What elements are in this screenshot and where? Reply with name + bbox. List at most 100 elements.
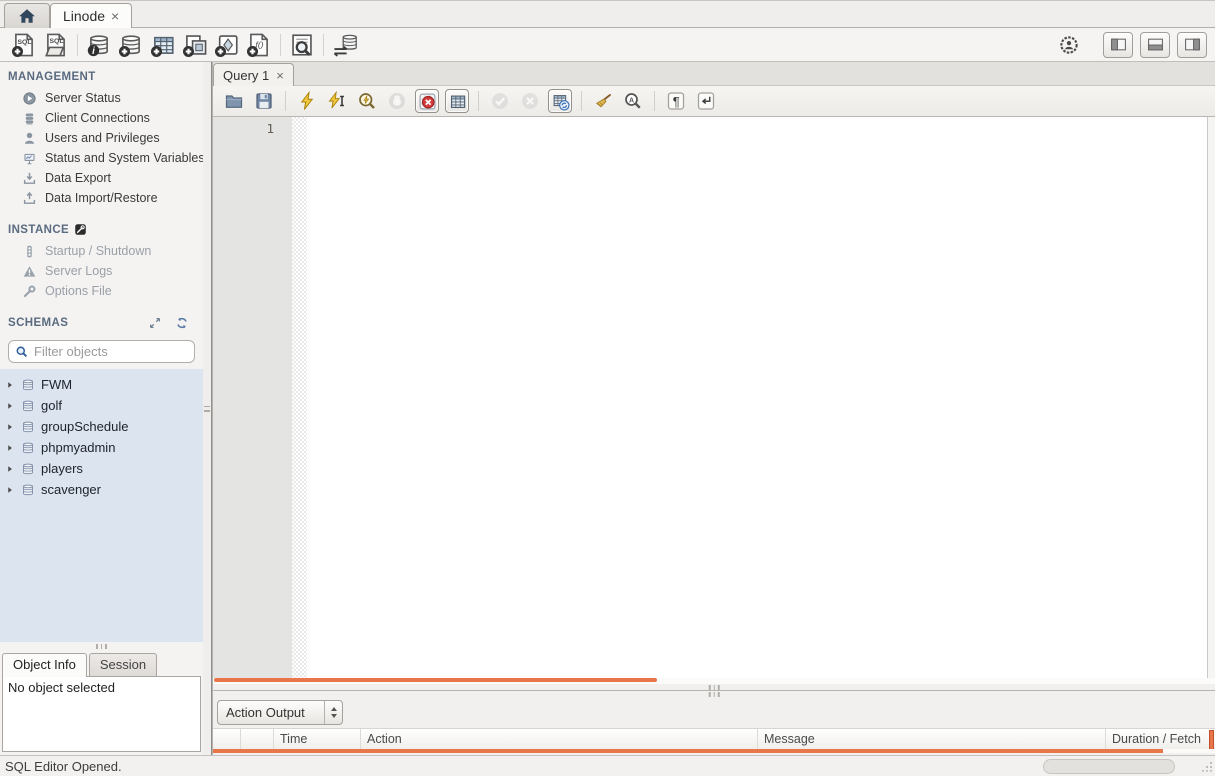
toggle-right-sidebar-button[interactable] <box>1177 31 1207 58</box>
create-view-button[interactable] <box>179 31 211 59</box>
vertical-splitter[interactable] <box>203 62 212 755</box>
schema-row-players[interactable]: players <box>0 458 203 479</box>
expand-panel-icon <box>148 316 162 330</box>
window-resize-grip[interactable] <box>1201 760 1212 772</box>
sql-editor-surface[interactable] <box>307 117 1207 678</box>
server-status-icon <box>22 91 37 106</box>
editor-area: Query 1 × 1 Action Output Time Action Me… <box>212 62 1215 755</box>
toggle-stop-on-error-button[interactable] <box>415 89 439 113</box>
execute-current-button[interactable] <box>325 89 349 113</box>
caret-right-icon[interactable] <box>5 485 15 495</box>
output-col-index <box>241 729 274 749</box>
sidebar-item-startup-shutdown[interactable]: Startup / Shutdown <box>0 241 203 261</box>
search-data-button[interactable] <box>286 31 318 59</box>
preferences-button[interactable] <box>1054 31 1084 59</box>
sidebar-item-server-status[interactable]: Server Status <box>0 88 203 108</box>
limit-rows-icon <box>448 92 467 111</box>
sidebar-item-server-logs[interactable]: Server Logs <box>0 261 203 281</box>
find-icon <box>623 91 643 111</box>
caret-right-icon[interactable] <box>5 401 15 411</box>
save-button[interactable] <box>252 89 276 113</box>
caret-right-icon[interactable] <box>5 422 15 432</box>
output-vertical-scrollbar[interactable] <box>1209 730 1214 751</box>
save-icon <box>254 91 274 111</box>
tab-object-info[interactable]: Object Info <box>2 653 87 677</box>
caret-right-icon[interactable] <box>5 464 15 474</box>
close-query-tab-icon[interactable]: × <box>276 68 284 83</box>
toolbar-separator <box>285 91 286 111</box>
close-tab-icon[interactable]: × <box>111 9 119 23</box>
expand-panel-button[interactable] <box>146 315 164 331</box>
limit-rows-button[interactable] <box>445 89 469 113</box>
rollback-button[interactable] <box>518 89 542 113</box>
sidebar-horizontal-splitter[interactable] <box>0 642 203 651</box>
find-button[interactable] <box>621 89 645 113</box>
editor-output-splitter[interactable] <box>213 684 1215 697</box>
sidebar-item-options-file[interactable]: Options File <box>0 281 203 301</box>
sidebar-item-data-export[interactable]: Data Export <box>0 168 203 188</box>
schema-row-phpmyadmin[interactable]: phpmyadmin <box>0 437 203 458</box>
toggle-output-area-button[interactable] <box>1140 31 1170 58</box>
toggle-autocommit-button[interactable] <box>548 89 572 113</box>
create-function-button[interactable] <box>243 31 275 59</box>
schema-row-golf[interactable]: golf <box>0 395 203 416</box>
create-procedure-button[interactable] <box>211 31 243 59</box>
show-invisibles-button[interactable] <box>664 89 688 113</box>
sidebar-item-data-import[interactable]: Data Import/Restore <box>0 188 203 208</box>
wrap-text-button[interactable] <box>694 89 718 113</box>
create-table-icon <box>150 32 176 58</box>
output-view-selector[interactable]: Action Output <box>217 700 343 725</box>
sql-editor: 1 <box>213 117 1215 678</box>
line-number: 1 <box>266 121 274 136</box>
sidebar-item-status-variables[interactable]: Status and System Variables <box>0 148 203 168</box>
rollback-icon <box>520 91 540 111</box>
schema-tree: FWM golf groupSchedule phpmyadmin player… <box>0 369 203 642</box>
output-hscroll-thumb[interactable] <box>213 749 1163 753</box>
toggle-left-sidebar-button[interactable] <box>1103 31 1133 58</box>
preferences-icon <box>1059 35 1079 55</box>
explain-button[interactable] <box>355 89 379 113</box>
toggle-right-sidebar-icon <box>1184 36 1201 53</box>
refresh-schemas-button[interactable] <box>173 315 191 331</box>
sidebar-item-client-connections[interactable]: Client Connections <box>0 108 203 128</box>
create-view-icon <box>182 32 208 58</box>
toolbar-separator <box>478 91 479 111</box>
execute-button[interactable] <box>295 89 319 113</box>
sidebar-item-users-privileges[interactable]: Users and Privileges <box>0 128 203 148</box>
beautify-button[interactable] <box>591 89 615 113</box>
tab-session[interactable]: Session <box>88 653 158 676</box>
create-schema-icon <box>118 32 144 58</box>
editor-hscroll-thumb[interactable] <box>214 678 657 682</box>
output-horizontal-scrollbar <box>213 749 1215 753</box>
new-sql-tab-button[interactable] <box>8 31 40 59</box>
reconnect-database-button[interactable] <box>329 31 361 59</box>
open-file-button[interactable] <box>222 89 246 113</box>
schema-row-groupschedule[interactable]: groupSchedule <box>0 416 203 437</box>
caret-right-icon[interactable] <box>5 380 15 390</box>
schema-db-icon <box>20 482 36 498</box>
tab-query-1[interactable]: Query 1 × <box>213 63 294 86</box>
toggle-output-area-icon <box>1147 36 1164 53</box>
schema-inspector-button[interactable] <box>83 31 115 59</box>
open-sql-script-button[interactable] <box>40 31 72 59</box>
create-function-icon <box>246 32 272 58</box>
home-tab[interactable] <box>4 3 50 28</box>
wrap-text-icon <box>696 91 716 111</box>
caret-right-icon[interactable] <box>5 443 15 453</box>
stop-button[interactable] <box>385 89 409 113</box>
explain-icon <box>357 91 377 111</box>
editor-vertical-scrollbar[interactable] <box>1207 117 1215 678</box>
create-procedure-icon <box>214 32 240 58</box>
schema-row-fwm[interactable]: FWM <box>0 374 203 395</box>
main-toolbar <box>0 28 1215 62</box>
query-tab-row: Query 1 × <box>213 62 1215 86</box>
toolbar-right-group <box>1054 31 1207 59</box>
commit-button[interactable] <box>488 89 512 113</box>
schema-filter-input[interactable] <box>34 344 210 359</box>
combo-spinner-icon[interactable] <box>324 701 342 724</box>
create-schema-button[interactable] <box>115 31 147 59</box>
schema-row-scavenger[interactable]: scavenger <box>0 479 203 500</box>
connection-tab-linode[interactable]: Linode × <box>50 3 133 28</box>
create-table-button[interactable] <box>147 31 179 59</box>
data-import-icon <box>22 191 37 206</box>
